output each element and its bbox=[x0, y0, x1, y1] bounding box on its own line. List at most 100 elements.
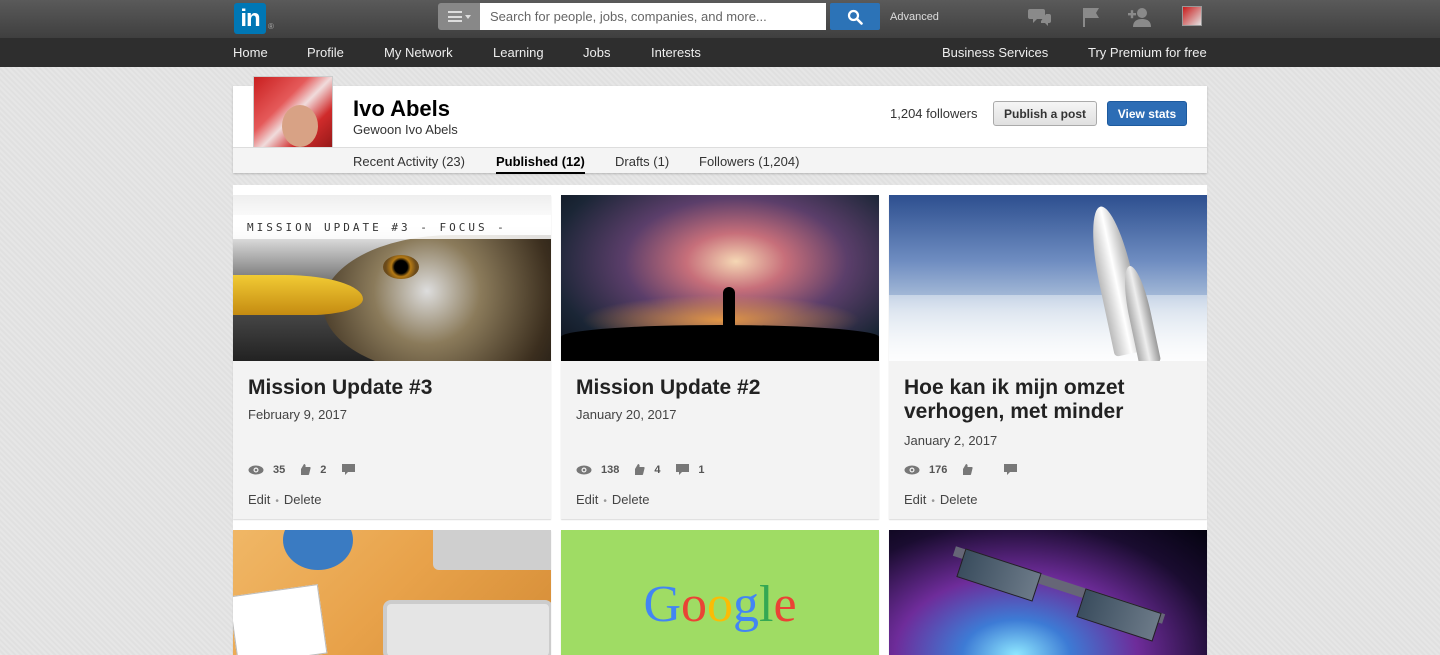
views-count: 35 bbox=[273, 463, 286, 476]
views-count: 138 bbox=[601, 463, 620, 476]
edit-link[interactable]: Edit bbox=[248, 492, 270, 507]
tab-drafts[interactable]: Drafts (1) bbox=[615, 154, 669, 169]
thumbs-up-icon[interactable] bbox=[961, 463, 973, 476]
profile-photo-face bbox=[282, 105, 318, 147]
delete-link[interactable]: Delete bbox=[940, 492, 978, 507]
post-actions: Edit • Delete bbox=[248, 492, 322, 507]
edit-link[interactable]: Edit bbox=[576, 492, 598, 507]
linkedin-logo[interactable]: in bbox=[234, 3, 266, 34]
advanced-search-link[interactable]: Advanced bbox=[890, 11, 939, 23]
post-stats: 35 2 bbox=[248, 463, 386, 476]
thumbs-up-icon[interactable] bbox=[299, 463, 311, 476]
google-letter: g bbox=[733, 576, 759, 633]
post-card[interactable] bbox=[233, 530, 551, 655]
nav-profile[interactable]: Profile bbox=[307, 45, 344, 60]
google-logo: Google bbox=[561, 575, 879, 634]
registered-mark: ® bbox=[268, 22, 274, 31]
post-card[interactable]: Mission Update #2 January 20, 2017 138 4… bbox=[561, 195, 879, 519]
profile-name[interactable]: Ivo Abels bbox=[353, 96, 450, 122]
nav-learning[interactable]: Learning bbox=[493, 45, 544, 60]
tab-published[interactable]: Published (12) bbox=[496, 154, 585, 174]
profile-header: Ivo Abels Gewoon Ivo Abels 1,204 followe… bbox=[233, 76, 1207, 174]
post-title[interactable]: Mission Update #3 bbox=[248, 376, 538, 400]
ground-silhouette bbox=[561, 325, 879, 361]
add-connection-icon[interactable] bbox=[1128, 6, 1152, 28]
post-actions: Edit • Delete bbox=[576, 492, 650, 507]
menu-icon bbox=[447, 11, 462, 22]
solar-panel bbox=[956, 548, 1042, 602]
image-caption: MISSION UPDATE #3 - FOCUS - bbox=[247, 221, 507, 234]
post-date: February 9, 2017 bbox=[248, 407, 348, 422]
separator-dot: • bbox=[603, 496, 607, 507]
tablet bbox=[383, 600, 551, 655]
search-category-dropdown[interactable] bbox=[438, 3, 480, 30]
person-silhouette bbox=[723, 287, 735, 337]
post-actions: Edit • Delete bbox=[904, 492, 978, 507]
google-letter: o bbox=[707, 576, 733, 633]
nav-business-services[interactable]: Business Services bbox=[942, 45, 1048, 60]
chevron-down-icon bbox=[464, 14, 471, 19]
delete-link[interactable]: Delete bbox=[612, 492, 650, 507]
clouds bbox=[889, 295, 1207, 361]
post-image[interactable]: Google bbox=[561, 530, 879, 655]
search-icon bbox=[847, 9, 863, 25]
coffee-cup bbox=[283, 530, 353, 570]
search-button[interactable] bbox=[830, 3, 880, 30]
profile-tabs: Recent Activity (23) Published (12) Draf… bbox=[233, 147, 1207, 174]
nav-try-premium[interactable]: Try Premium for free bbox=[1088, 45, 1207, 60]
followers-count: 1,204 followers bbox=[890, 106, 978, 121]
tab-recent-activity[interactable]: Recent Activity (23) bbox=[353, 154, 465, 169]
publish-post-button[interactable]: Publish a post bbox=[993, 101, 1097, 126]
main-nav: Home Profile My Network Learning Jobs In… bbox=[0, 38, 1440, 67]
post-stats: 176 bbox=[904, 463, 1048, 476]
google-letter: e bbox=[773, 576, 797, 633]
separator-dot: • bbox=[931, 496, 935, 507]
eye-icon bbox=[904, 465, 920, 474]
nav-interests[interactable]: Interests bbox=[651, 45, 701, 60]
profile-photo[interactable] bbox=[253, 76, 333, 156]
likes-count: 2 bbox=[320, 463, 327, 476]
post-image[interactable] bbox=[889, 195, 1207, 361]
post-card[interactable]: Hoe kan ik mijn omzet verhogen, met mind… bbox=[889, 195, 1207, 519]
nav-home[interactable]: Home bbox=[233, 45, 268, 60]
profile-headline: Gewoon Ivo Abels bbox=[353, 122, 458, 137]
comment-icon[interactable] bbox=[1004, 463, 1018, 476]
nav-jobs[interactable]: Jobs bbox=[583, 45, 610, 60]
google-letter: G bbox=[643, 576, 681, 633]
post-card[interactable]: MISSION UPDATE #3 - FOCUS - Mission Upda… bbox=[233, 195, 551, 519]
delete-link[interactable]: Delete bbox=[284, 492, 322, 507]
views-count: 176 bbox=[929, 463, 948, 476]
post-date: January 2, 2017 bbox=[904, 433, 998, 448]
view-stats-button[interactable]: View stats bbox=[1107, 101, 1187, 126]
post-image[interactable]: MISSION UPDATE #3 - FOCUS - bbox=[233, 195, 551, 361]
post-date: January 20, 2017 bbox=[576, 407, 677, 422]
post-image[interactable] bbox=[233, 530, 551, 655]
google-letter: l bbox=[759, 576, 774, 633]
tab-followers[interactable]: Followers (1,204) bbox=[699, 154, 799, 169]
profile-avatar[interactable] bbox=[1182, 6, 1202, 26]
comment-icon[interactable] bbox=[342, 463, 356, 476]
comment-icon[interactable] bbox=[676, 463, 690, 476]
eagle-eye bbox=[383, 255, 419, 279]
search-input[interactable] bbox=[480, 3, 826, 30]
post-title[interactable]: Mission Update #2 bbox=[576, 376, 866, 400]
post-title[interactable]: Hoe kan ik mijn omzet verhogen, met mind… bbox=[904, 376, 1194, 424]
laptop bbox=[433, 530, 551, 570]
thumbs-up-icon[interactable] bbox=[633, 463, 645, 476]
separator-dot: • bbox=[275, 496, 279, 507]
comments-count: 1 bbox=[698, 463, 705, 476]
post-image[interactable] bbox=[889, 530, 1207, 655]
eye-icon bbox=[576, 465, 592, 474]
post-card[interactable] bbox=[889, 530, 1207, 655]
edit-link[interactable]: Edit bbox=[904, 492, 926, 507]
post-stats: 138 4 1 bbox=[576, 463, 720, 476]
messages-icon[interactable] bbox=[1028, 6, 1052, 28]
likes-count: 4 bbox=[654, 463, 661, 476]
post-card[interactable]: Google bbox=[561, 530, 879, 655]
top-bar: in ® Advanced bbox=[0, 0, 1440, 38]
post-image[interactable] bbox=[561, 195, 879, 361]
paper-sheet bbox=[233, 584, 328, 655]
nav-my-network[interactable]: My Network bbox=[384, 45, 453, 60]
flag-icon[interactable] bbox=[1080, 6, 1104, 28]
solar-panel bbox=[1076, 588, 1162, 642]
